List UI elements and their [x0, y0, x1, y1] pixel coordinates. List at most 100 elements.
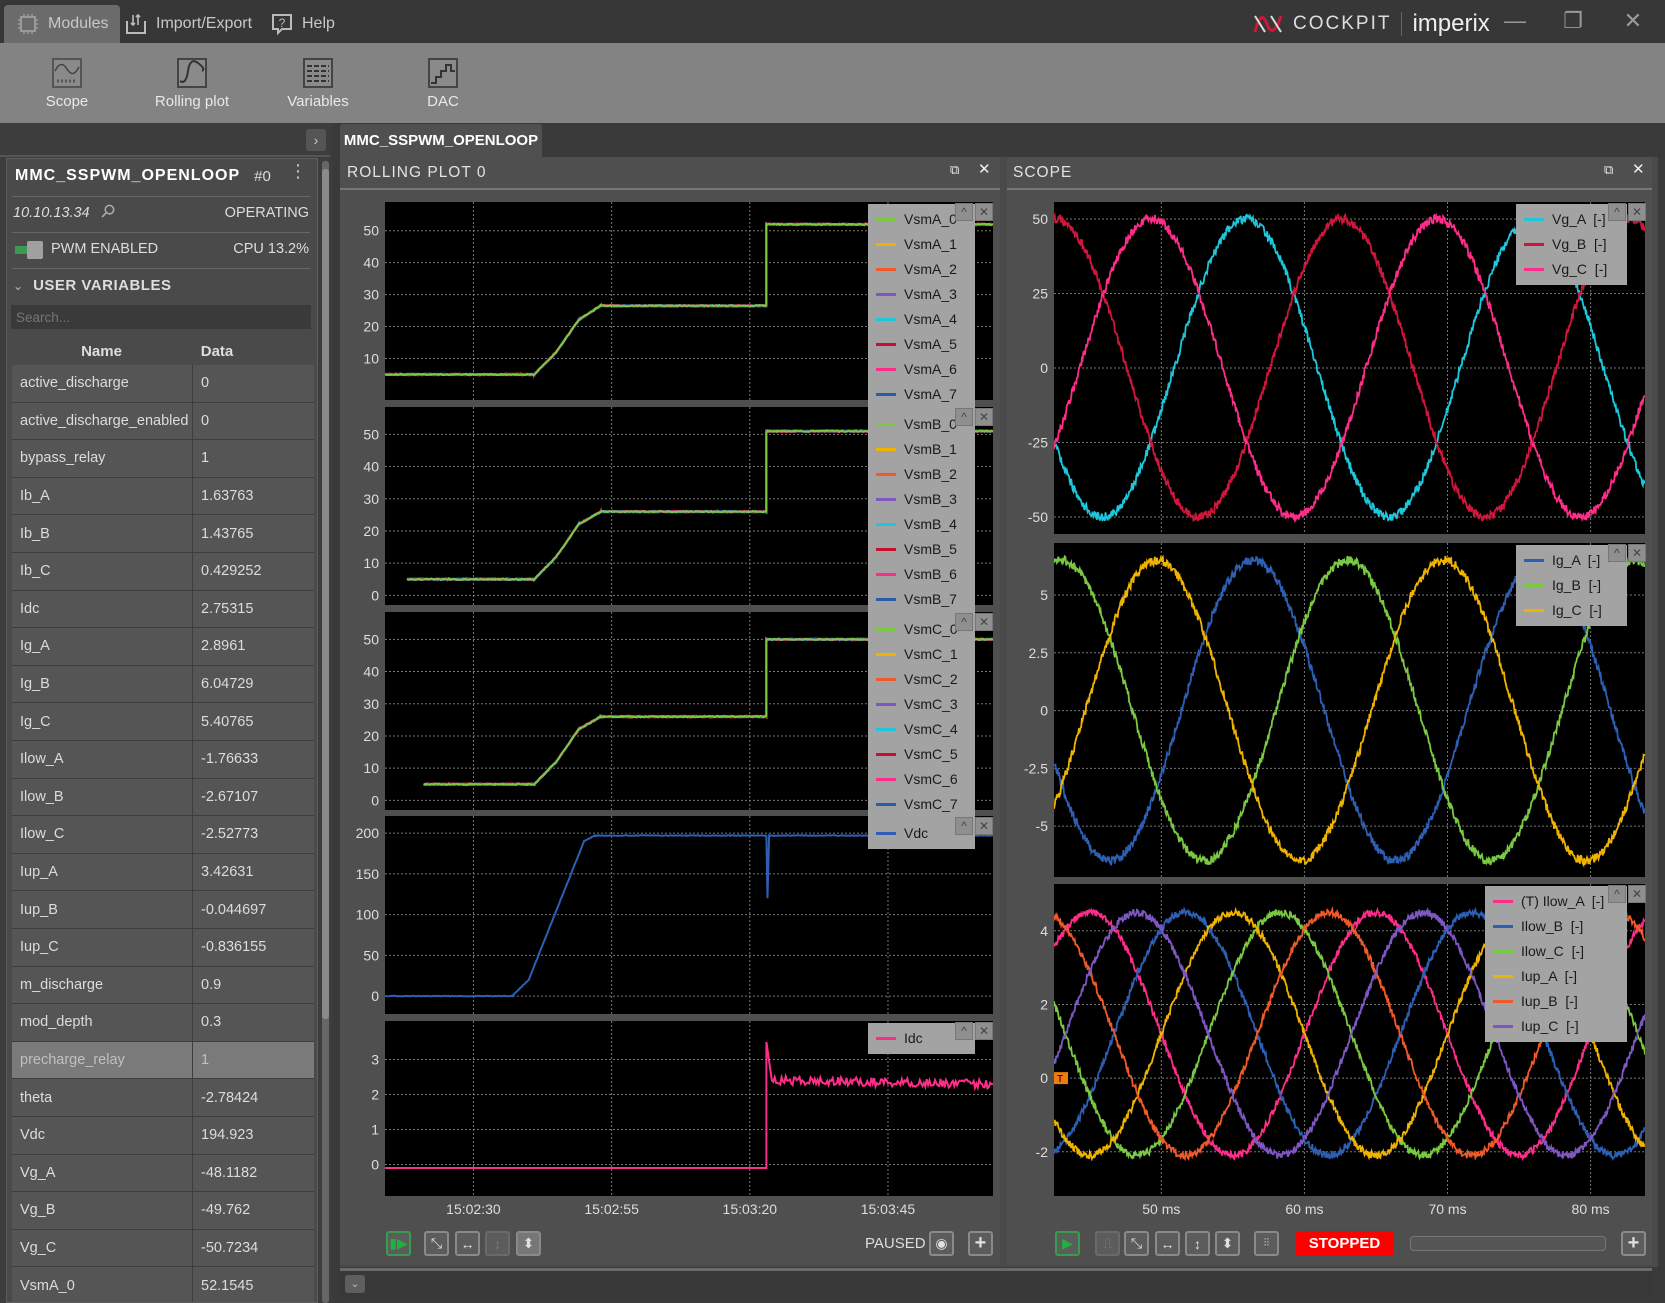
- legend-item[interactable]: Vg_C [-]: [1524, 258, 1607, 280]
- legend-item[interactable]: VsmC_1: [876, 643, 958, 665]
- x-tick-label: 15:02:55: [584, 1201, 639, 1217]
- legend-item[interactable]: VsmC_4: [876, 718, 958, 740]
- legend-item[interactable]: Idc: [876, 1027, 923, 1049]
- acquisition-progress-bar: [1410, 1236, 1606, 1251]
- legend-label: VsmB_3: [904, 491, 957, 507]
- close-legend-button[interactable]: ✕: [1628, 544, 1646, 562]
- legend-item[interactable]: VsmB_0: [876, 413, 957, 435]
- legend-item[interactable]: Vdc: [876, 822, 928, 844]
- add-signal-button[interactable]: +: [1621, 1231, 1646, 1256]
- legend-item[interactable]: Ig_B [-]: [1524, 574, 1601, 596]
- legend-label: VsmB_6: [904, 566, 957, 582]
- y-tick-label: 10: [363, 555, 379, 571]
- legend: (T) Ilow_A [-] Ilow_B [-] Ilow_C [-] Iup_A …: [1485, 886, 1627, 1042]
- legend-item[interactable]: Iup_B [-]: [1493, 990, 1578, 1012]
- legend-label: VsmA_7: [904, 386, 957, 402]
- legend-label: Iup_A [-]: [1521, 968, 1578, 984]
- zoom-vertical-button[interactable]: ⬍: [1215, 1231, 1240, 1256]
- legend: VsmA_0 VsmA_1 VsmA_2 VsmA_3 VsmA_4 VsmA_5 VsmA…: [868, 204, 975, 410]
- legend-item[interactable]: VsmB_1: [876, 438, 957, 460]
- legend-item[interactable]: VsmC_0: [876, 618, 958, 640]
- legend-item[interactable]: Ilow_C [-]: [1493, 940, 1584, 962]
- legend-item[interactable]: VsmB_3: [876, 488, 957, 510]
- legend-item[interactable]: VsmC_2: [876, 668, 958, 690]
- collapse-legend-button[interactable]: ^: [955, 408, 973, 426]
- legend: VsmB_0 VsmB_1 VsmB_2 VsmB_3 VsmB_4 VsmB_5 VsmB…: [868, 409, 975, 615]
- close-legend-button[interactable]: ✕: [975, 1022, 993, 1040]
- collapse-legend-button[interactable]: ^: [1608, 544, 1626, 562]
- fit-horizontal-button[interactable]: ↔: [455, 1231, 480, 1256]
- legend-item[interactable]: VsmC_6: [876, 768, 958, 790]
- legend-item[interactable]: VsmA_7: [876, 383, 957, 405]
- y-tick-label: 0: [1040, 1070, 1048, 1086]
- legend-item[interactable]: VsmC_7: [876, 793, 958, 815]
- legend-item[interactable]: VsmB_2: [876, 463, 957, 485]
- add-signal-button[interactable]: +: [968, 1231, 993, 1256]
- close-legend-button[interactable]: ✕: [975, 817, 993, 835]
- legend-item[interactable]: Iup_C [-]: [1493, 1015, 1579, 1037]
- trigger-button[interactable]: ⎍: [1095, 1231, 1120, 1256]
- y-tick-label: 50: [363, 426, 379, 442]
- collapse-legend-button[interactable]: ^: [955, 203, 973, 221]
- legend-item[interactable]: VsmA_1: [876, 233, 957, 255]
- legend-item[interactable]: VsmA_5: [876, 333, 957, 355]
- legend-item[interactable]: Ilow_B [-]: [1493, 915, 1583, 937]
- legend-item[interactable]: VsmB_7: [876, 588, 957, 610]
- collapse-legend-button[interactable]: ^: [955, 1022, 973, 1040]
- legend-item[interactable]: (T) Ilow_A [-]: [1493, 890, 1604, 912]
- fit-vertical-button[interactable]: ↕: [1185, 1231, 1210, 1256]
- legend-item[interactable]: VsmB_5: [876, 538, 957, 560]
- legend-item[interactable]: VsmA_6: [876, 358, 957, 380]
- expand-console-button[interactable]: ⌄: [345, 1275, 365, 1293]
- play-button[interactable]: ▮▶: [386, 1231, 411, 1256]
- legend-label: VsmB_2: [904, 466, 957, 482]
- collapse-legend-button[interactable]: ^: [1608, 203, 1626, 221]
- y-tick-label: 25: [1032, 285, 1048, 301]
- legend-item[interactable]: VsmB_6: [876, 563, 957, 585]
- run-button[interactable]: ▶: [1055, 1231, 1080, 1256]
- collapse-legend-button[interactable]: ^: [955, 817, 973, 835]
- zoom-vertical-button[interactable]: ⬍: [516, 1231, 541, 1256]
- legend-label: VsmA_3: [904, 286, 957, 302]
- close-legend-button[interactable]: ✕: [975, 408, 993, 426]
- legend-swatch: [1493, 924, 1513, 928]
- legend-label: VsmC_1: [904, 646, 958, 662]
- x-tick-label: 70 ms: [1428, 1201, 1466, 1217]
- close-legend-button[interactable]: ✕: [975, 203, 993, 221]
- legend-item[interactable]: Ig_C [-]: [1524, 599, 1602, 621]
- cursors-button[interactable]: ⫶⫶: [1254, 1231, 1279, 1256]
- fit-vertical-button[interactable]: ↕: [485, 1231, 510, 1256]
- legend-item[interactable]: Vg_A [-]: [1524, 208, 1606, 230]
- autoscale-button[interactable]: ⤡: [424, 1231, 449, 1256]
- legend-item[interactable]: VsmC_5: [876, 743, 958, 765]
- legend-item[interactable]: Vg_B [-]: [1524, 233, 1606, 255]
- legend-swatch: [876, 572, 896, 576]
- y-tick-label: 200: [356, 825, 380, 841]
- legend-swatch: [876, 802, 896, 806]
- y-tick-label: -2: [1036, 1144, 1049, 1160]
- legend-item[interactable]: VsmB_4: [876, 513, 957, 535]
- legend-label: VsmC_4: [904, 721, 958, 737]
- close-legend-button[interactable]: ✕: [1628, 203, 1646, 221]
- collapse-legend-button[interactable]: ^: [1608, 885, 1626, 903]
- legend-label: VsmC_0: [904, 621, 958, 637]
- collapse-legend-button[interactable]: ^: [955, 613, 973, 631]
- legend-swatch: [876, 292, 896, 296]
- close-legend-button[interactable]: ✕: [975, 613, 993, 631]
- legend-item[interactable]: VsmA_0: [876, 208, 957, 230]
- legend-item[interactable]: VsmA_3: [876, 283, 957, 305]
- legend-item[interactable]: VsmC_3: [876, 693, 958, 715]
- legend-swatch: [876, 472, 896, 476]
- autoscale-button[interactable]: ⤡: [1124, 1231, 1149, 1256]
- record-button[interactable]: ◉: [929, 1231, 954, 1256]
- y-tick-label: 10: [363, 350, 379, 366]
- y-tick-label: 1: [371, 1122, 379, 1138]
- trigger-marker-label: T: [1057, 1074, 1063, 1085]
- legend: VsmC_0 VsmC_1 VsmC_2 VsmC_3 VsmC_4 VsmC_5 VsmC…: [868, 614, 975, 820]
- close-legend-button[interactable]: ✕: [1628, 885, 1646, 903]
- legend-item[interactable]: VsmA_2: [876, 258, 957, 280]
- legend-item[interactable]: VsmA_4: [876, 308, 957, 330]
- legend-item[interactable]: Ig_A [-]: [1524, 549, 1600, 571]
- fit-horizontal-button[interactable]: ↔: [1155, 1231, 1180, 1256]
- legend-item[interactable]: Iup_A [-]: [1493, 965, 1577, 987]
